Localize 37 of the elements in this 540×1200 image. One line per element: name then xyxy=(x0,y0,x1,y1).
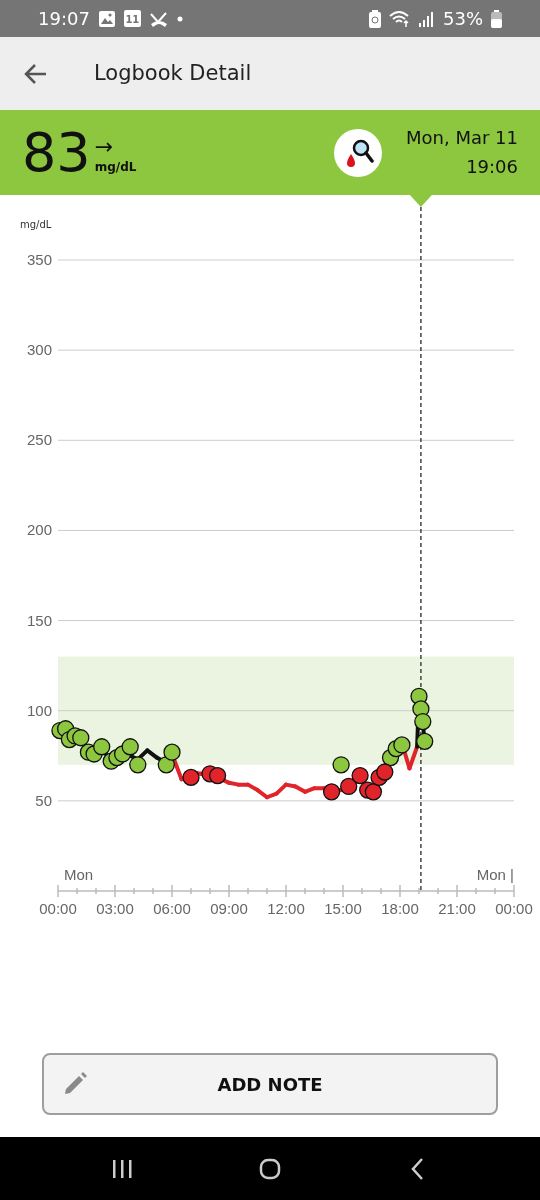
x-tick-label: 03:00 xyxy=(96,900,134,917)
clock-text: 19:07 xyxy=(38,7,90,31)
x-tick-label: 15:00 xyxy=(324,900,362,917)
x-tick-label: 06:00 xyxy=(153,900,191,917)
y-tick-label: 350 xyxy=(26,251,52,268)
gallery-icon xyxy=(97,9,116,28)
dot-icon xyxy=(176,15,183,22)
home-icon[interactable] xyxy=(258,1156,282,1181)
y-tick-label: 300 xyxy=(26,341,52,359)
y-tick-label: 200 xyxy=(26,521,52,539)
wifi-icon xyxy=(389,9,411,28)
y-tick-label: 250 xyxy=(26,431,52,449)
y-tick-label: 50 xyxy=(35,791,52,809)
y-tick-label: 100 xyxy=(26,701,52,719)
x-tick-label: 21:00 xyxy=(438,900,476,917)
add-note-button[interactable]: ADD NOTE xyxy=(42,1053,498,1115)
x-tick-label: 00:00 xyxy=(495,900,533,917)
unit-label: mg/dL xyxy=(94,158,137,176)
glucose-value: 83 xyxy=(22,125,91,180)
battery-text: 53% xyxy=(443,7,483,31)
pencil-icon xyxy=(62,1071,88,1097)
trend-arrow: → xyxy=(94,135,115,158)
y-tick-label: 150 xyxy=(26,611,52,629)
day-label: Mon | xyxy=(476,866,514,883)
x-tick-label: 12:00 xyxy=(267,900,305,917)
x-tick-label: 18:00 xyxy=(381,900,419,917)
x-tick-label: 00:00 xyxy=(39,900,77,917)
signal-icon xyxy=(419,9,435,28)
axis-unit-label: mg/dL xyxy=(20,219,52,230)
x-tick-label: 09:00 xyxy=(210,900,248,917)
back-arrow-icon xyxy=(24,61,48,86)
screen-title: Logbook Detail xyxy=(94,59,252,87)
battery-icon xyxy=(491,9,502,28)
calendar-icon: 11 xyxy=(123,10,141,27)
reading-time: 19:06 xyxy=(465,154,518,179)
reading-date: Mon, Mar 11 xyxy=(406,125,518,150)
day-label: Mon xyxy=(64,866,94,883)
